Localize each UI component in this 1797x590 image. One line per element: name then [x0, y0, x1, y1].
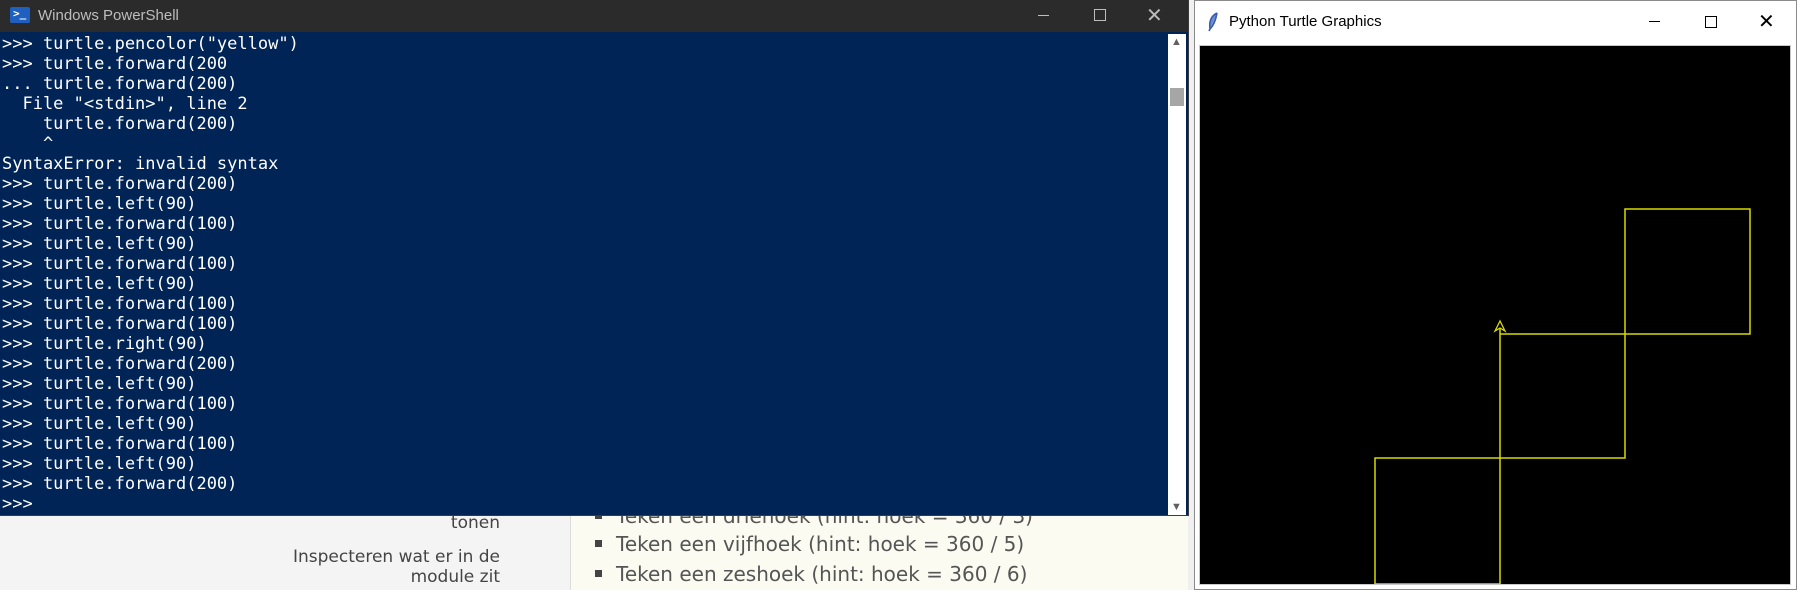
maximize-icon	[1094, 9, 1106, 21]
console-line: >>> turtle.left(90)	[2, 414, 197, 434]
console-line: >>> turtle.right(90)	[2, 334, 207, 354]
feather-icon	[1208, 12, 1218, 32]
console-line: >>>	[2, 494, 43, 514]
console-line: File "<stdin>", line 2	[2, 94, 248, 114]
powershell-icon	[10, 7, 30, 23]
sidebar-note-tonen: tonen	[450, 513, 500, 533]
console-line: >>> turtle.left(90)	[2, 454, 197, 474]
turtle-window[interactable]: Python Turtle Graphics ✕	[1194, 0, 1797, 590]
close-icon: ✕	[1758, 9, 1775, 33]
maximize-button[interactable]	[1683, 1, 1739, 33]
console-line: >>> turtle.forward(100)	[2, 214, 238, 234]
console-line: ^	[2, 134, 54, 154]
list-item: Teken een vijfhoek (hint: hoek = 360 / 5…	[595, 532, 1024, 556]
powershell-titlebar[interactable]: Windows PowerShell ✕	[0, 0, 1188, 32]
close-button[interactable]: ✕	[1128, 0, 1184, 32]
scroll-up-icon[interactable]: ▲	[1171, 36, 1182, 48]
console-line: >>> turtle.left(90)	[2, 234, 197, 254]
console-scrollbar[interactable]: ▲ ▼	[1168, 34, 1186, 515]
console-line: SyntaxError: invalid syntax	[2, 154, 279, 174]
console-line: >>> turtle.forward(100)	[2, 314, 238, 334]
window-title: Windows PowerShell	[38, 7, 179, 24]
console-line: >>> turtle.forward(100)	[2, 434, 238, 454]
bullet-icon	[595, 570, 602, 577]
console-line: >>> turtle.pencolor("yellow")	[2, 34, 299, 54]
window-title: Python Turtle Graphics	[1229, 13, 1382, 30]
sidebar-note-module: module zit	[410, 567, 500, 587]
console-line: >>> turtle.forward(100)	[2, 394, 238, 414]
close-icon: ✕	[1146, 3, 1163, 27]
console-line: >>> turtle.left(90)	[2, 374, 197, 394]
console-line: >>> turtle.left(90)	[2, 274, 197, 294]
page-content: Teken een driehoek (hint: hoek = 360 / 3…	[571, 504, 1191, 590]
console-line: >>> turtle.forward(200	[2, 54, 228, 74]
console-line: >>> turtle.forward(200)	[2, 474, 238, 494]
turtle-drawing	[1374, 208, 1751, 585]
minimize-button[interactable]	[1627, 1, 1683, 33]
sidebar-note-inspecteren: Inspecteren wat er in de	[292, 547, 500, 567]
console-line: turtle.forward(200)	[2, 114, 238, 134]
close-button[interactable]: ✕	[1739, 1, 1795, 33]
scrollbar-thumb[interactable]	[1170, 88, 1184, 106]
list-item: Teken een zeshoek (hint: hoek = 360 / 6)	[595, 562, 1027, 586]
console-line: >>> turtle.forward(100)	[2, 254, 238, 274]
console-line: >>> turtle.forward(200)	[2, 354, 238, 374]
maximize-button[interactable]	[1072, 0, 1128, 32]
console-line: >>> turtle.forward(200)	[2, 174, 238, 194]
bullet-icon	[595, 540, 602, 547]
turtle-titlebar[interactable]: Python Turtle Graphics ✕	[1195, 1, 1796, 43]
turtle-canvas[interactable]	[1199, 45, 1791, 585]
page-sidebar: tonen Inspecteren wat er in de module zi…	[0, 510, 570, 590]
powershell-window[interactable]: Windows PowerShell ✕ >>> turtle.pencolor…	[0, 0, 1188, 515]
maximize-icon	[1705, 16, 1717, 28]
console-output[interactable]: >>> turtle.pencolor("yellow") >>> turtle.…	[0, 34, 1168, 515]
console-line: >>> turtle.forward(100)	[2, 294, 238, 314]
minimize-icon	[1649, 21, 1660, 22]
minimize-button[interactable]	[1016, 0, 1072, 32]
console-line: ... turtle.forward(200)	[2, 74, 238, 94]
minimize-icon	[1038, 15, 1049, 16]
scroll-down-icon[interactable]: ▼	[1171, 501, 1182, 513]
console-line: >>> turtle.left(90)	[2, 194, 197, 214]
turtle-path	[1374, 208, 1751, 585]
